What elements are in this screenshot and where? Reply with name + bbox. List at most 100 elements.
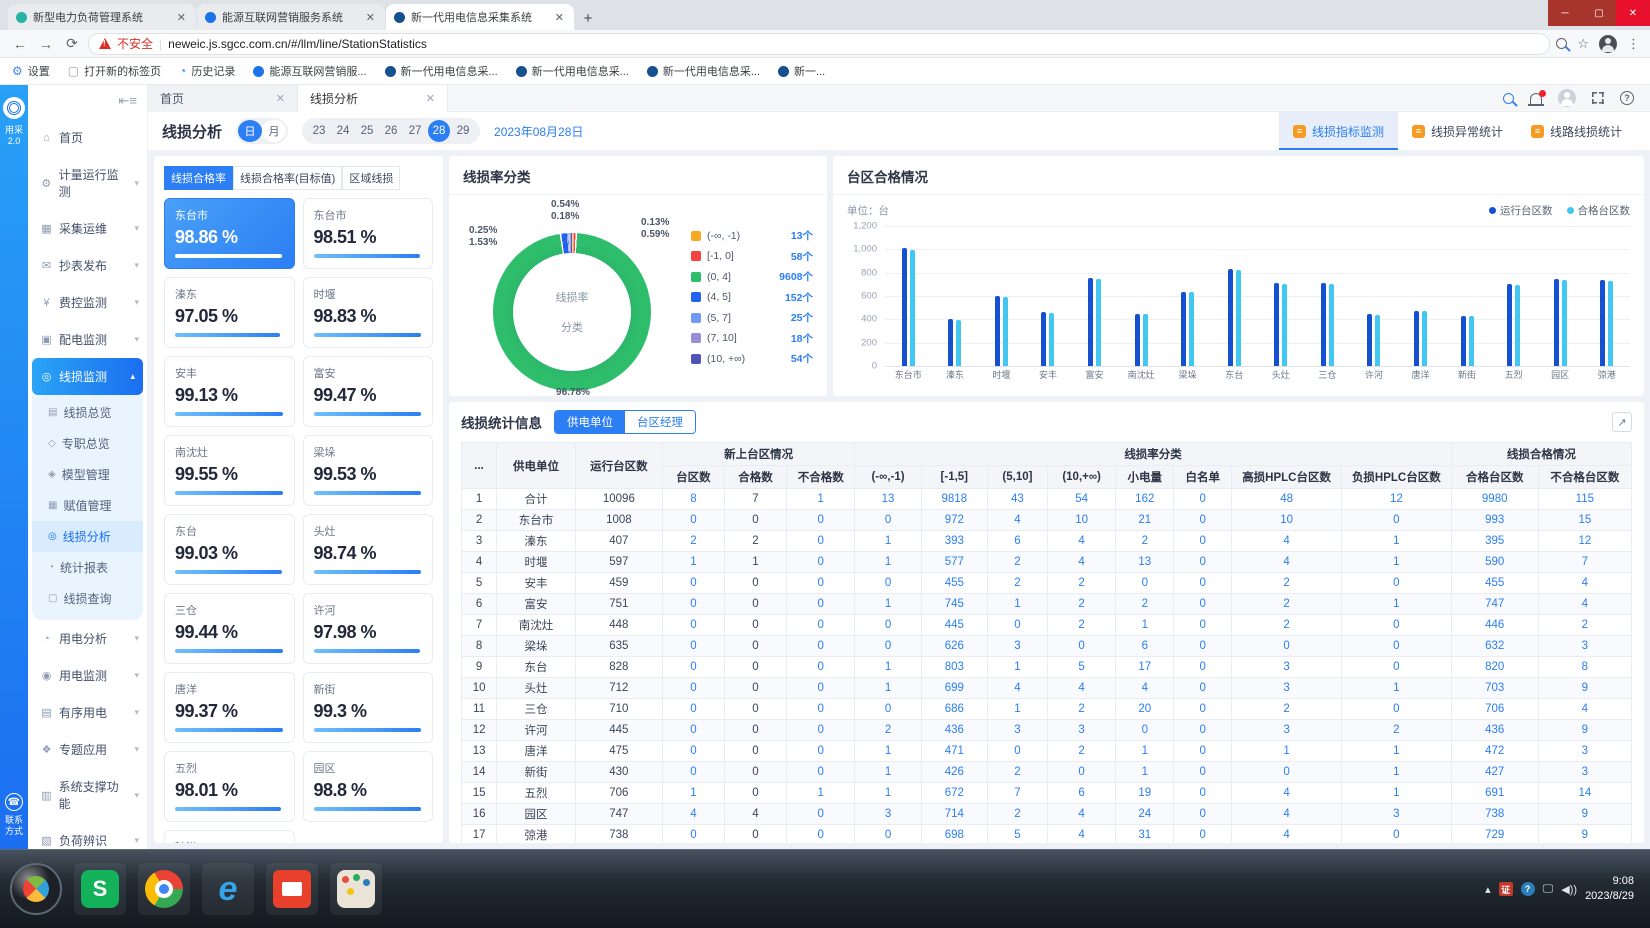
cell-value[interactable]: 1 bbox=[855, 783, 921, 804]
cell-value[interactable]: 1 bbox=[1341, 594, 1451, 615]
table-toggle-1[interactable]: 台区经理 bbox=[625, 411, 695, 433]
cell-value[interactable]: 4 bbox=[662, 804, 724, 825]
cell-value[interactable]: 632 bbox=[1451, 636, 1538, 657]
sidebar-item-8[interactable]: ◉用电监测▾ bbox=[28, 657, 147, 694]
cell-value[interactable]: 10 bbox=[1232, 510, 1342, 531]
day-button-29[interactable]: 29 bbox=[452, 120, 474, 142]
cell-value[interactable]: 0 bbox=[1341, 615, 1451, 636]
pie-legend-item-3[interactable]: (4, 5]152个 bbox=[691, 290, 813, 305]
cell-value[interactable]: 0 bbox=[1116, 573, 1174, 594]
cell-value[interactable]: 2 bbox=[987, 573, 1047, 594]
fullscreen-icon[interactable] bbox=[1592, 92, 1604, 104]
cell-value[interactable]: 729 bbox=[1451, 825, 1538, 844]
cell-value[interactable]: 577 bbox=[921, 552, 987, 573]
cell-value[interactable]: 0 bbox=[662, 699, 724, 720]
bar-合格台区数[interactable] bbox=[1608, 281, 1613, 366]
rate-card-16[interactable]: 弶港98.78 % bbox=[164, 830, 295, 843]
rate-card-8[interactable]: 东台99.03 % bbox=[164, 514, 295, 585]
cell-value[interactable]: 1 bbox=[855, 657, 921, 678]
cell-value[interactable]: 7 bbox=[1538, 552, 1631, 573]
day-button-25[interactable]: 25 bbox=[356, 120, 378, 142]
cell-value[interactable]: 48 bbox=[1232, 489, 1342, 510]
sidebar-item-11[interactable]: ▥系统支撑功能▾ bbox=[28, 768, 147, 822]
cell-value[interactable]: 455 bbox=[921, 573, 987, 594]
cell-value[interactable]: 13 bbox=[855, 489, 921, 510]
help-icon[interactable]: ? bbox=[1620, 91, 1634, 105]
cell-value[interactable]: 446 bbox=[1451, 615, 1538, 636]
cell-value[interactable]: 703 bbox=[1451, 678, 1538, 699]
cell-value[interactable]: 2 bbox=[1341, 720, 1451, 741]
sidebar-item-4[interactable]: ¥费控监测▾ bbox=[28, 284, 147, 321]
contact-block[interactable]: ☎ 联系 方式 bbox=[5, 793, 23, 837]
bar-运行台区数[interactable] bbox=[1321, 283, 1326, 366]
rate-card-5[interactable]: 富安99.47 % bbox=[303, 356, 434, 427]
cell-value[interactable]: 4 bbox=[1116, 678, 1174, 699]
cell-value[interactable]: 0 bbox=[1174, 720, 1232, 741]
cell-value[interactable]: 1 bbox=[1116, 762, 1174, 783]
cell-value[interactable]: 2 bbox=[987, 762, 1047, 783]
bar-运行台区数[interactable] bbox=[1041, 312, 1046, 366]
cell-value[interactable]: 436 bbox=[921, 720, 987, 741]
taskbar-clock[interactable]: 9:08 2023/8/29 bbox=[1585, 874, 1640, 904]
cell-value[interactable]: 0 bbox=[1174, 657, 1232, 678]
notification-bell-icon[interactable] bbox=[1530, 93, 1542, 104]
cell-value[interactable]: 2 bbox=[1232, 699, 1342, 720]
cell-value[interactable]: 0 bbox=[787, 804, 855, 825]
cell-value[interactable]: 745 bbox=[921, 594, 987, 615]
cell-value[interactable]: 393 bbox=[921, 531, 987, 552]
cell-value[interactable]: 4 bbox=[1538, 573, 1631, 594]
start-button[interactable] bbox=[10, 863, 62, 915]
view-button-0[interactable]: ≡线损指标监测 bbox=[1279, 112, 1398, 150]
bookmark-item-6[interactable]: 新一代用电信息采... bbox=[647, 63, 760, 79]
bar-运行台区数[interactable] bbox=[1507, 284, 1512, 366]
cell-value[interactable]: 0 bbox=[662, 615, 724, 636]
cell-value[interactable]: 472 bbox=[1451, 741, 1538, 762]
view-button-2[interactable]: ≡线路线损统计 bbox=[1517, 112, 1636, 150]
day-button-28[interactable]: 28 bbox=[428, 120, 450, 142]
cell-value[interactable]: 0 bbox=[787, 531, 855, 552]
cell-value[interactable]: 4 bbox=[1047, 804, 1115, 825]
cell-value[interactable]: 3 bbox=[1538, 762, 1631, 783]
cell-value[interactable]: 747 bbox=[1451, 594, 1538, 615]
chrome-app-icon[interactable] bbox=[138, 863, 190, 915]
cell-value[interactable]: 714 bbox=[921, 804, 987, 825]
cell-value[interactable]: 0 bbox=[1174, 783, 1232, 804]
cell-value[interactable]: 0 bbox=[1341, 825, 1451, 844]
rate-card-0[interactable]: 东台市98.86 % bbox=[164, 198, 295, 269]
cell-value[interactable]: 738 bbox=[1451, 804, 1538, 825]
cell-value[interactable]: 626 bbox=[921, 636, 987, 657]
cell-value[interactable]: 0 bbox=[987, 615, 1047, 636]
cell-value[interactable]: 9 bbox=[1538, 678, 1631, 699]
user-avatar[interactable] bbox=[1558, 89, 1576, 107]
cell-value[interactable]: 0 bbox=[1174, 678, 1232, 699]
period-option-日[interactable]: 日 bbox=[238, 120, 262, 142]
cell-value[interactable]: 5 bbox=[1047, 657, 1115, 678]
cell-value[interactable]: 691 bbox=[1451, 783, 1538, 804]
cell-value[interactable]: 1 bbox=[1116, 615, 1174, 636]
cell-value[interactable]: 820 bbox=[1451, 657, 1538, 678]
cell-value[interactable]: 2 bbox=[1047, 699, 1115, 720]
cell-value[interactable]: 0 bbox=[787, 699, 855, 720]
cell-value[interactable]: 0 bbox=[1174, 615, 1232, 636]
new-tab-button[interactable]: + bbox=[575, 6, 601, 30]
search-icon[interactable] bbox=[1503, 93, 1514, 104]
cell-value[interactable]: 12 bbox=[1341, 489, 1451, 510]
bar-运行台区数[interactable] bbox=[1228, 269, 1233, 366]
cell-value[interactable]: 3 bbox=[987, 636, 1047, 657]
card-tab-2[interactable]: 区域线损 bbox=[342, 166, 400, 190]
cell-value[interactable]: 1 bbox=[662, 783, 724, 804]
cell-value[interactable]: 0 bbox=[787, 657, 855, 678]
cell-value[interactable]: 3 bbox=[1232, 720, 1342, 741]
cell-value[interactable]: 14 bbox=[1538, 783, 1631, 804]
cell-value[interactable]: 0 bbox=[1341, 510, 1451, 531]
cell-value[interactable]: 0 bbox=[1174, 552, 1232, 573]
cell-value[interactable]: 0 bbox=[855, 825, 921, 844]
cell-value[interactable]: 1 bbox=[855, 531, 921, 552]
cell-value[interactable]: 1 bbox=[987, 699, 1047, 720]
rate-card-15[interactable]: 园区98.8 % bbox=[303, 751, 434, 822]
back-icon[interactable]: ← bbox=[10, 36, 30, 52]
cell-value[interactable]: 0 bbox=[662, 720, 724, 741]
address-bar[interactable]: 不安全 | neweic.js.sgcc.com.cn/#/llm/line/S… bbox=[88, 33, 1550, 55]
cell-value[interactable]: 2 bbox=[1232, 594, 1342, 615]
cell-value[interactable]: 1 bbox=[1341, 762, 1451, 783]
